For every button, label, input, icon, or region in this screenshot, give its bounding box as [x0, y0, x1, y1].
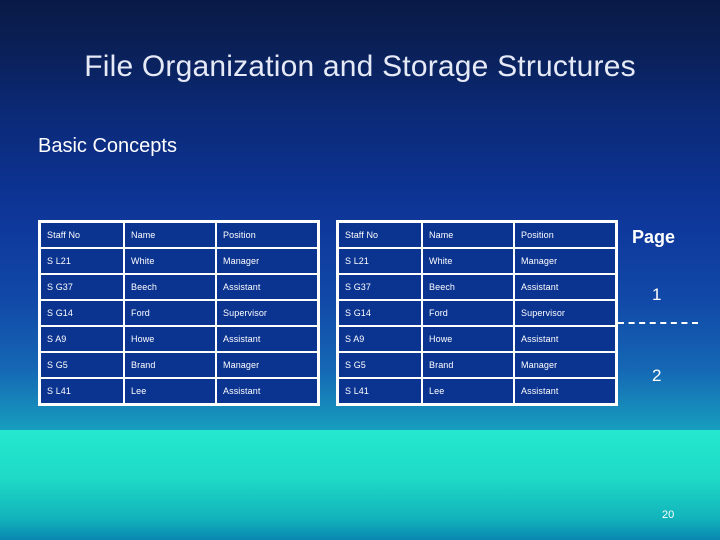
- column-header: Staff No: [40, 222, 124, 248]
- mountain-scenery: [0, 410, 720, 540]
- table-cell: Manager: [514, 248, 616, 274]
- table-cell: S L41: [338, 378, 422, 404]
- table-row: S L21 White Manager: [40, 248, 318, 274]
- page-number-1: 1: [652, 285, 662, 304]
- page-number-2: 2: [652, 366, 662, 385]
- table-row: S L21 White Manager: [338, 248, 616, 274]
- table-row: S A9 Howe Assistant: [338, 326, 616, 352]
- table-cell: S L41: [40, 378, 124, 404]
- table-cell: S A9: [338, 326, 422, 352]
- column-header: Name: [124, 222, 216, 248]
- table-cell: Manager: [216, 352, 318, 378]
- table-cell: Assistant: [216, 378, 318, 404]
- column-header: Position: [514, 222, 616, 248]
- table-cell: S G5: [338, 352, 422, 378]
- table-cell: Supervisor: [514, 300, 616, 326]
- table-cell: Assistant: [216, 274, 318, 300]
- table-row: S G37 Beech Assistant: [338, 274, 616, 300]
- table-cell: Lee: [124, 378, 216, 404]
- table-cell: Brand: [124, 352, 216, 378]
- table-cell: S G37: [338, 274, 422, 300]
- table-cell: White: [422, 248, 514, 274]
- table-row: S L41 Lee Assistant: [40, 378, 318, 404]
- table-cell: Beech: [422, 274, 514, 300]
- table-cell: Beech: [124, 274, 216, 300]
- table-cell: S L21: [40, 248, 124, 274]
- table-cell: Brand: [422, 352, 514, 378]
- table-cell: Howe: [422, 326, 514, 352]
- table-row: S G5 Brand Manager: [40, 352, 318, 378]
- table-cell: S G37: [40, 274, 124, 300]
- table-cell: Assistant: [514, 274, 616, 300]
- table-cell: Manager: [514, 352, 616, 378]
- table-cell: Assistant: [216, 326, 318, 352]
- page-divider-dashed-line-icon: [618, 322, 698, 324]
- table-row: S G37 Beech Assistant: [40, 274, 318, 300]
- table-cell: Ford: [422, 300, 514, 326]
- staff-table-right: Staff No Name Position S L21 White Manager S G…: [336, 220, 618, 406]
- page-label: Page: [632, 227, 676, 247]
- table-row: S G14 Ford Supervisor: [338, 300, 616, 326]
- table-row: S L41 Lee Assistant: [338, 378, 616, 404]
- column-header: Name: [422, 222, 514, 248]
- table-cell: Assistant: [514, 378, 616, 404]
- table-cell: Lee: [422, 378, 514, 404]
- table-cell: S G14: [40, 300, 124, 326]
- slide-title: File Organization and Storage Structures: [84, 50, 636, 83]
- table-cell: Ford: [124, 300, 216, 326]
- table-cell: S L21: [338, 248, 422, 274]
- table-header-row: Staff No Name Position: [338, 222, 616, 248]
- horizon-band: [0, 430, 720, 540]
- table-row: S G5 Brand Manager: [338, 352, 616, 378]
- staff-table-left: Staff No Name Position S L21 White Manager S G…: [38, 220, 320, 406]
- slide-number: 20: [662, 509, 675, 521]
- presentation-slide: File Organization and Storage Structures…: [0, 0, 720, 540]
- table-cell: Assistant: [514, 326, 616, 352]
- table-cell: White: [124, 248, 216, 274]
- column-header: Staff No: [338, 222, 422, 248]
- table-row: S G14 Ford Supervisor: [40, 300, 318, 326]
- table-header-row: Staff No Name Position: [40, 222, 318, 248]
- table-cell: Howe: [124, 326, 216, 352]
- table-cell: S G5: [40, 352, 124, 378]
- table-row: S A9 Howe Assistant: [40, 326, 318, 352]
- column-header: Position: [216, 222, 318, 248]
- table-cell: Manager: [216, 248, 318, 274]
- table-cell: S G14: [338, 300, 422, 326]
- table-cell: Supervisor: [216, 300, 318, 326]
- slide-subtitle: Basic Concepts: [38, 135, 177, 157]
- table-cell: S A9: [40, 326, 124, 352]
